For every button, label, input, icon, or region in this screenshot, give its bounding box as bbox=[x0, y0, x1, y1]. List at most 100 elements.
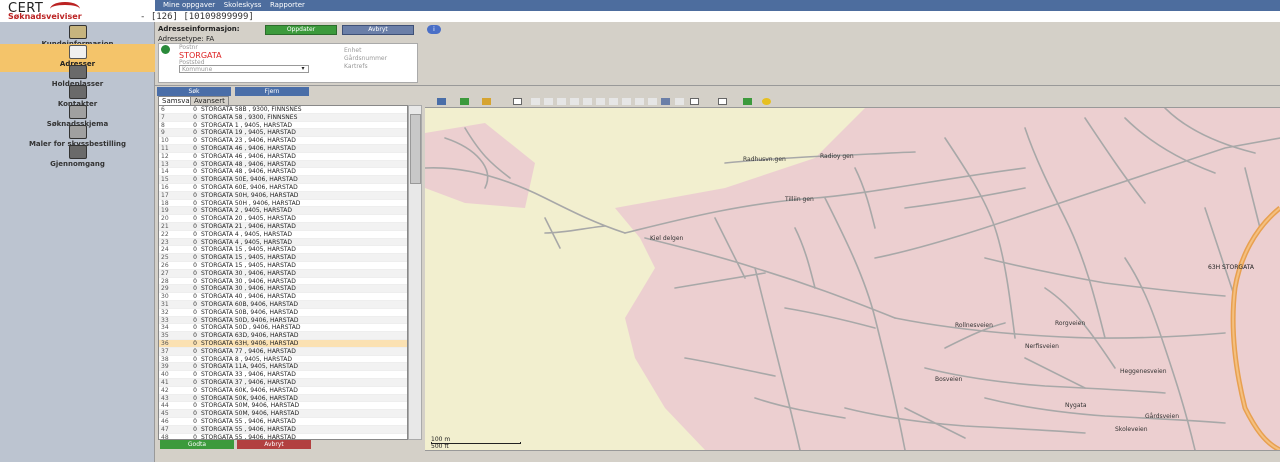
table-row[interactable]: 36 0 STORGATA 63H, 9406, HARSTAD bbox=[159, 340, 407, 348]
table-row[interactable]: 23 0 STORGATA 4 , 9405, HARSTAD bbox=[159, 238, 407, 247]
legend-tool-icon[interactable] bbox=[482, 98, 491, 105]
row-address: STORGATA 58B , 9300, FINNSNES bbox=[201, 106, 302, 113]
accept-button[interactable]: Godta bbox=[160, 440, 234, 449]
table-row[interactable]: 33 0 STORGATA 50D, 9406, HARSTAD bbox=[159, 316, 407, 325]
table-row[interactable]: 31 0 STORGATA 60B, 9406, HARSTAD bbox=[159, 301, 407, 309]
map-label-road-6: Rorgveien bbox=[1055, 320, 1086, 327]
zoom-level-2-icon[interactable] bbox=[544, 98, 553, 105]
row-number: 47 bbox=[161, 425, 169, 433]
table-row[interactable]: 37 0 STORGATA 77 , 9406, HARSTAD bbox=[159, 347, 407, 356]
table-row[interactable]: 32 0 STORGATA 50B, 9406, HARSTAD bbox=[159, 309, 407, 317]
row-number: 37 bbox=[161, 347, 169, 355]
table-row[interactable]: 26 0 STORGATA 15 , 9405, HARSTAD bbox=[159, 262, 407, 270]
table-row[interactable]: 29 0 STORGATA 30 , 9406, HARSTAD bbox=[159, 285, 407, 294]
zoom-level-4-icon[interactable] bbox=[570, 98, 579, 105]
table-row[interactable]: 20 0 STORGATA 20 , 9405, HARSTAD bbox=[159, 215, 407, 223]
info-icon[interactable]: i bbox=[427, 25, 441, 34]
table-row[interactable]: 9 0 STORGATA 19 , 9405, HARSTAD bbox=[159, 129, 407, 138]
pan-tool-icon[interactable] bbox=[437, 98, 446, 105]
zoom-level-5-icon[interactable] bbox=[583, 98, 592, 105]
zoom-level-1-icon[interactable] bbox=[531, 98, 540, 105]
results-scrollbar[interactable] bbox=[408, 105, 422, 440]
zoom-level-11-icon[interactable] bbox=[675, 98, 684, 105]
row-address: STORGATA 60E, 9406, HARSTAD bbox=[201, 184, 298, 191]
nav-reports[interactable]: Rapporter bbox=[270, 1, 305, 9]
table-row[interactable]: 6 0 STORGATA 58B , 9300, FINNSNES bbox=[159, 106, 407, 114]
table-row[interactable]: 14 0 STORGATA 48 , 9406, HARSTAD bbox=[159, 168, 407, 177]
row-number: 44 bbox=[161, 402, 169, 410]
row-score: 0 bbox=[193, 386, 197, 394]
table-row[interactable]: 10 0 STORGATA 23 , 9406, HARSTAD bbox=[159, 137, 407, 145]
row-score: 0 bbox=[193, 254, 197, 262]
table-row[interactable]: 39 0 STORGATA 11A, 9405, HARSTAD bbox=[159, 363, 407, 372]
grid-tool-icon[interactable] bbox=[743, 98, 752, 105]
table-row[interactable]: 22 0 STORGATA 4 , 9405, HARSTAD bbox=[159, 231, 407, 239]
row-address: STORGATA 50K, 9406, HARSTAD bbox=[201, 394, 298, 402]
map-view[interactable]: Radhusvn.gen Radioy gen Tilliin gen Kiel… bbox=[425, 108, 1280, 450]
table-row[interactable]: 12 0 STORGATA 46 , 9406, HARSTAD bbox=[159, 153, 407, 161]
zoom-level-7-icon[interactable] bbox=[609, 98, 618, 105]
measure-tool-icon[interactable] bbox=[513, 98, 522, 105]
table-row[interactable]: 35 0 STORGATA 63D, 9406, HARSTAD bbox=[159, 332, 407, 340]
table-row[interactable]: 8 0 STORGATA 1 , 9405, HARSTAD bbox=[159, 122, 407, 130]
cancel-button[interactable]: Avbryt bbox=[342, 25, 414, 35]
map-label-road-1: Radhusvn.gen bbox=[743, 156, 786, 163]
table-row[interactable]: 25 0 STORGATA 15 , 9405, HARSTAD bbox=[159, 254, 407, 262]
table-row[interactable]: 18 0 STORGATA 50H , 9406, HARSTAD bbox=[159, 200, 407, 208]
row-score: 0 bbox=[193, 246, 197, 254]
search-button[interactable]: Søk bbox=[157, 87, 231, 96]
table-row[interactable]: 34 0 STORGATA 50D , 9406, HARSTAD bbox=[159, 324, 407, 333]
zoom-level-3-icon[interactable] bbox=[557, 98, 566, 105]
table-row[interactable]: 24 0 STORGATA 15 , 9405, HARSTAD bbox=[159, 246, 407, 255]
table-row[interactable]: 28 0 STORGATA 30 , 9406, HARSTAD bbox=[159, 278, 407, 286]
table-row[interactable]: 16 0 STORGATA 60E, 9406, HARSTAD bbox=[159, 184, 407, 192]
layer-tool-icon[interactable] bbox=[460, 98, 469, 105]
table-row[interactable]: 27 0 STORGATA 30 , 9406, HARSTAD bbox=[159, 269, 407, 278]
zoom-level-10-icon[interactable] bbox=[648, 98, 657, 105]
table-row[interactable]: 17 0 STORGATA 50H, 9406, HARSTAD bbox=[159, 191, 407, 200]
table-row[interactable]: 41 0 STORGATA 37 , 9406, HARSTAD bbox=[159, 379, 407, 387]
row-address: STORGATA 4 , 9405, HARSTAD bbox=[201, 238, 293, 246]
scrollbar-thumb[interactable] bbox=[410, 114, 421, 184]
table-row[interactable]: 43 0 STORGATA 50K, 9406, HARSTAD bbox=[159, 394, 407, 403]
row-address: STORGATA 30 , 9406, HARSTAD bbox=[201, 269, 296, 277]
table-row[interactable]: 21 0 STORGATA 21 , 9406, HARSTAD bbox=[159, 223, 407, 231]
zoom-level-9-icon[interactable] bbox=[635, 98, 644, 105]
table-row[interactable]: 42 0 STORGATA 60K, 9406, HARSTAD bbox=[159, 386, 407, 395]
scale-bar bbox=[431, 442, 521, 444]
table-row[interactable]: 13 0 STORGATA 48 , 9406, HARSTAD bbox=[159, 160, 407, 169]
table-row[interactable]: 7 0 STORGATA 58 , 9300, FINNSNES bbox=[159, 113, 407, 122]
table-row[interactable]: 44 0 STORGATA 50M, 9406, HARSTAD bbox=[159, 402, 407, 411]
zoom-slider-icon[interactable] bbox=[661, 98, 670, 105]
table-row[interactable]: 38 0 STORGATA 8 , 9405, HARSTAD bbox=[159, 356, 407, 364]
nav-my-tasks[interactable]: Mine oppgaver bbox=[163, 1, 215, 9]
remove-button[interactable]: Fjern bbox=[235, 87, 309, 96]
map-label-road-11: Skoleveien bbox=[1115, 426, 1148, 433]
sidebar: Kundeinformasjon Adresser Holdeplasser K… bbox=[0, 22, 155, 462]
cancel-bottom-button[interactable]: Avbryt bbox=[237, 440, 311, 449]
table-row[interactable]: 11 0 STORGATA 46 , 9406, HARSTAD bbox=[159, 145, 407, 153]
update-button[interactable]: Oppdater bbox=[265, 25, 337, 35]
table-row[interactable]: 47 0 STORGATA 55 , 9406, HARSTAD bbox=[159, 425, 407, 434]
row-score: 0 bbox=[193, 113, 197, 121]
zoom-level-8-icon[interactable] bbox=[622, 98, 631, 105]
zoom-level-6-icon[interactable] bbox=[596, 98, 605, 105]
table-row[interactable]: 30 0 STORGATA 40 , 9406, HARSTAD bbox=[159, 293, 407, 301]
municipality-select[interactable]: Kommune ▾ bbox=[179, 65, 309, 73]
row-number: 11 bbox=[161, 145, 169, 152]
table-row[interactable]: 40 0 STORGATA 33 , 9406, HARSTAD bbox=[159, 371, 407, 379]
zoom-in-icon[interactable] bbox=[690, 98, 699, 105]
row-number: 35 bbox=[161, 332, 169, 340]
nav-school-transport[interactable]: Skoleskyss bbox=[224, 1, 262, 9]
sidebar-item-review[interactable]: Gjennomgang bbox=[0, 144, 155, 172]
row-score: 0 bbox=[193, 285, 197, 293]
tab-advanced[interactable]: Avansert bbox=[190, 96, 229, 105]
table-row[interactable]: 19 0 STORGATA 2 , 9405, HARSTAD bbox=[159, 207, 407, 216]
table-row[interactable]: 15 0 STORGATA 50E, 9406, HARSTAD bbox=[159, 176, 407, 184]
hand-tool-icon[interactable] bbox=[718, 98, 727, 105]
marker-tool-icon[interactable] bbox=[762, 98, 771, 105]
row-score: 0 bbox=[193, 316, 197, 324]
table-row[interactable]: 45 0 STORGATA 50M, 9406, HARSTAD bbox=[159, 410, 407, 418]
map-ref-label: Kartrefs bbox=[344, 63, 368, 70]
table-row[interactable]: 46 0 STORGATA 55 , 9406, HARSTAD bbox=[159, 418, 407, 426]
